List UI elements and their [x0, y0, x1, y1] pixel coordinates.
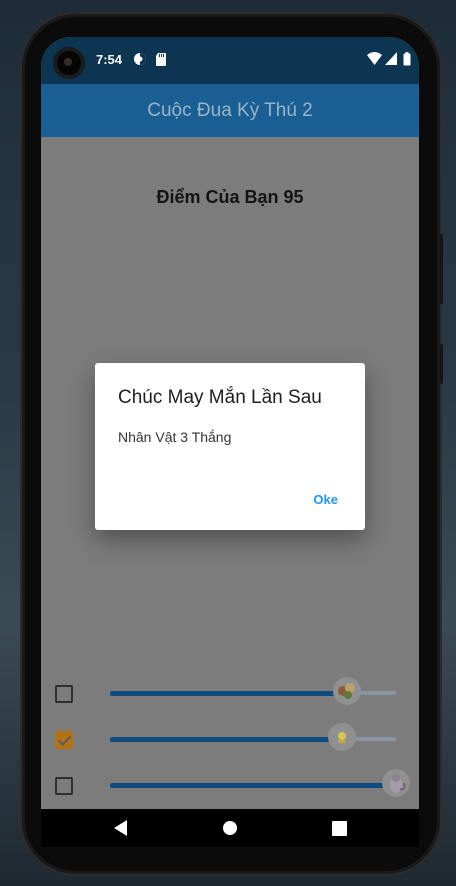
recents-icon[interactable] — [319, 809, 359, 847]
home-icon[interactable] — [210, 809, 250, 847]
dialog-message: Nhân Vật 3 Thắng — [118, 429, 232, 445]
volume-button — [440, 234, 443, 304]
navigation-bar — [41, 809, 419, 847]
back-icon[interactable] — [101, 809, 141, 847]
dialog-scrim[interactable]: Chúc May Mắn Lần Sau Nhân Vật 3 Thắng Ok… — [41, 37, 419, 809]
dialog-title: Chúc May Mắn Lần Sau — [118, 387, 322, 408]
result-dialog: Chúc May Mắn Lần Sau Nhân Vật 3 Thắng Ok… — [95, 363, 365, 530]
ok-button[interactable]: Oke — [313, 492, 338, 507]
power-button — [440, 344, 443, 384]
device-screen: 7:54 Cuộc Đua Kỳ Thú 2 Điểm Của Bạn 95 C… — [41, 37, 419, 847]
